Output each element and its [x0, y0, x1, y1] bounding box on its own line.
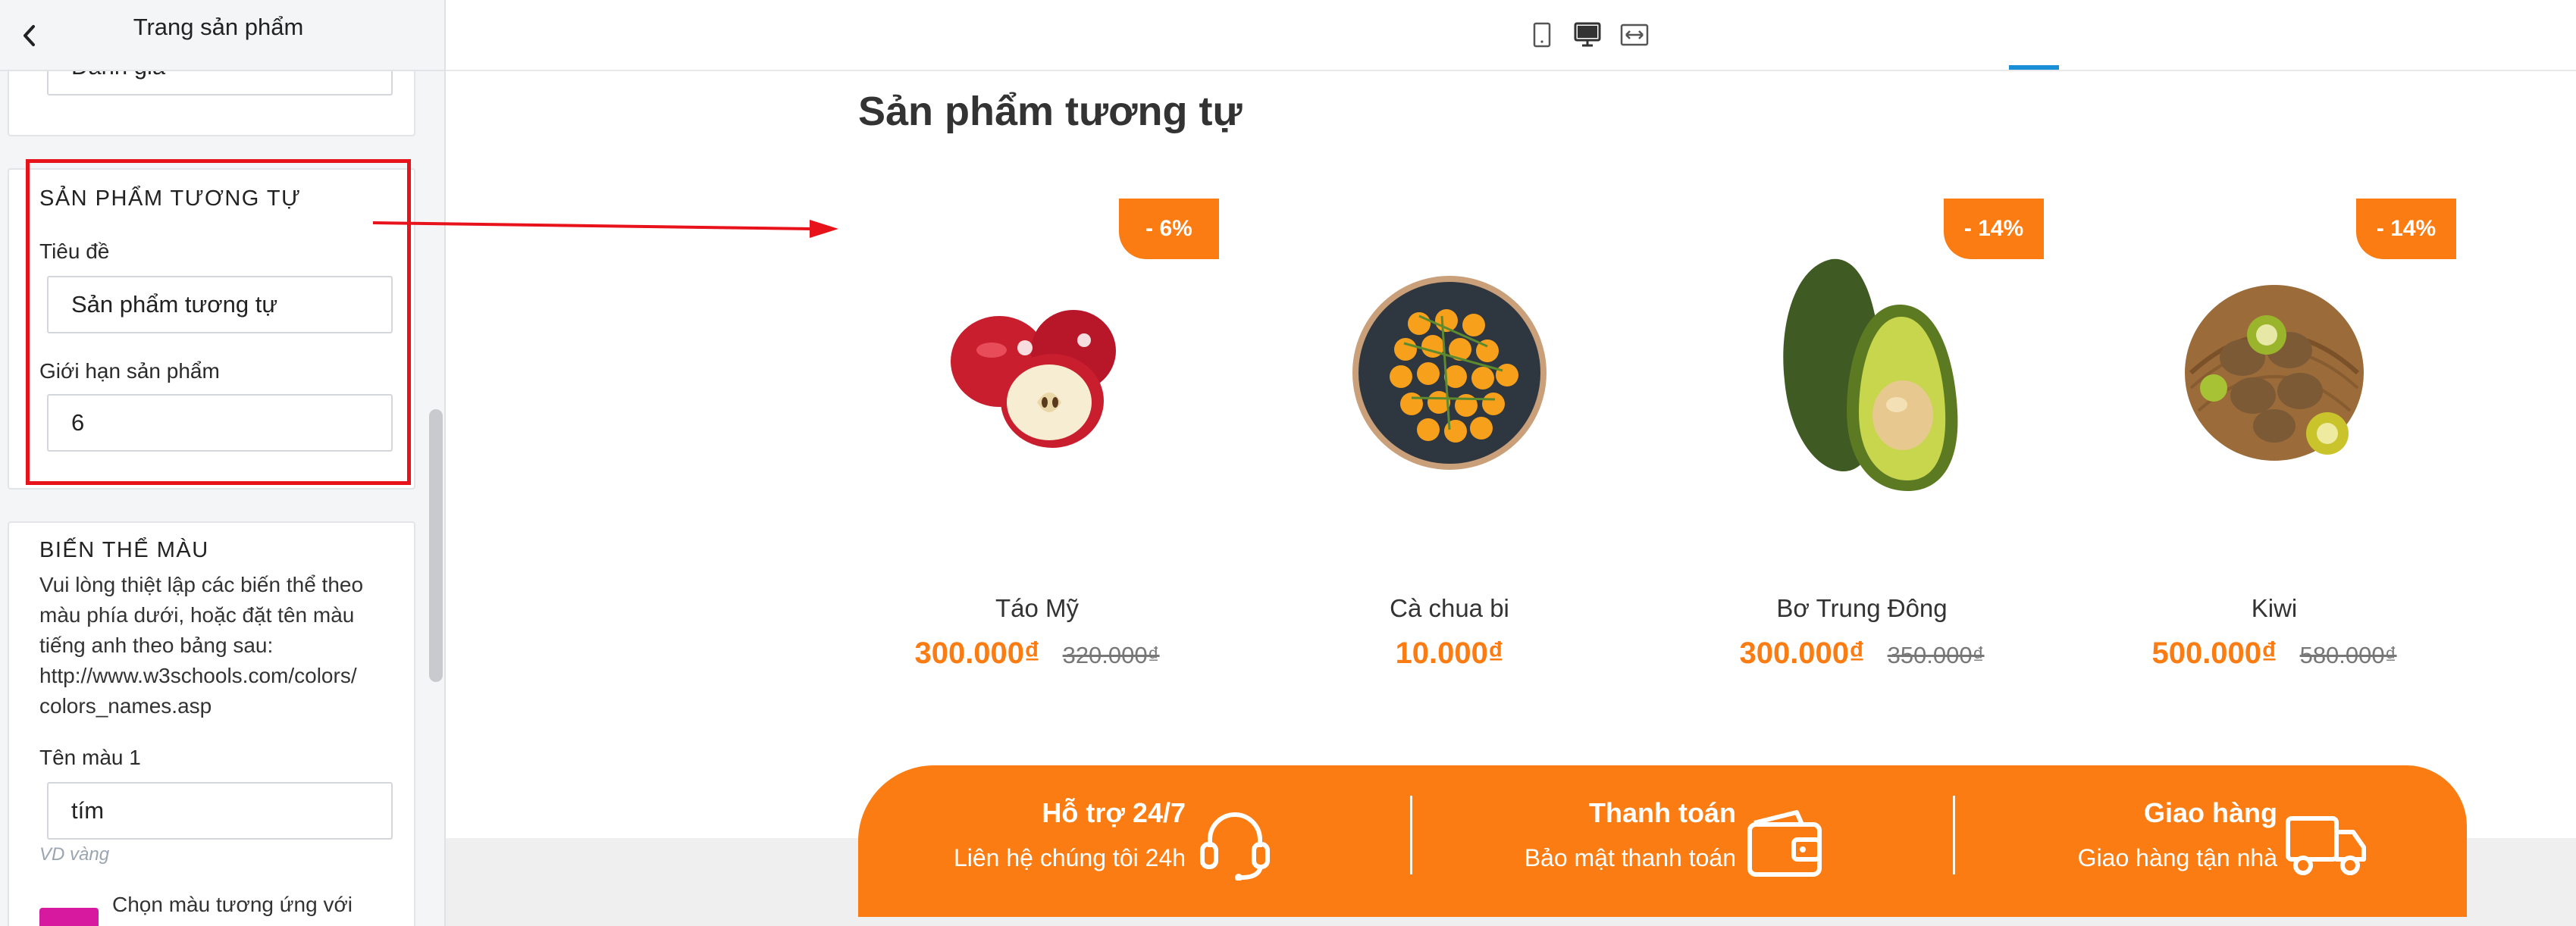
- mobile-view-button[interactable]: [1522, 15, 1562, 55]
- preview-canvas: Sản phẩm tương tự - 6% Táo Mỹ 300.000₫ 3…: [446, 73, 2576, 926]
- product-image[interactable]: [1298, 236, 1601, 509]
- product-old-price: 580.000₫: [2299, 642, 2397, 668]
- color-variant-description: Vui lòng thiệt lập các biến thể theo màu…: [39, 570, 403, 721]
- sidebar-header: Trang sản phẩm: [0, 0, 444, 71]
- sidebar-scrollbar[interactable]: [429, 409, 443, 682]
- fullwidth-view-button[interactable]: [1615, 15, 1654, 55]
- product-card[interactable]: Cà chua bi 10.000₫: [1268, 199, 1631, 691]
- product-card[interactable]: - 14% Kiwi 500.000₫ 580.000₫: [2092, 199, 2456, 691]
- service-title: Giao hàng: [2143, 797, 2277, 828]
- related-products-heading: Sản phẩm tương tự: [858, 89, 1243, 134]
- product-price: 500.000₫: [2151, 637, 2277, 670]
- product-card[interactable]: - 6% Táo Mỹ 300.000₫ 320.000₫: [855, 199, 1219, 691]
- product-name[interactable]: Kiwi: [2092, 594, 2456, 623]
- color1-input[interactable]: [47, 782, 393, 840]
- desktop-view-button[interactable]: [1568, 15, 1607, 55]
- product-prices: 300.000₫ 320.000₫: [855, 637, 1219, 671]
- product-old-price: 320.000₫: [1062, 642, 1160, 668]
- color-variant-card: BIẾN THỂ MÀU Vui lòng thiệt lập các biến…: [8, 521, 415, 926]
- product-prices: 500.000₫ 580.000₫: [2092, 637, 2456, 671]
- mobile-icon: [1533, 22, 1551, 48]
- swatch-label: Chọn màu tương ứng với: [112, 893, 353, 916]
- desktop-icon: [1574, 22, 1601, 47]
- description-line: màu phía dưới, hoặc đặt tên màu: [39, 603, 355, 627]
- product-name[interactable]: Bơ Trung Đông: [1680, 594, 2044, 623]
- product-name[interactable]: Cà chua bi: [1268, 594, 1631, 623]
- sidebar-title: Trang sản phẩm: [133, 14, 304, 40]
- highlight-box: [26, 159, 411, 485]
- apple-image: [951, 310, 1116, 448]
- color1-hint: VD vàng: [39, 844, 110, 865]
- product-image[interactable]: [2123, 236, 2426, 509]
- service-subtitle: Giao hàng tận nhà: [2077, 844, 2277, 871]
- color-variant-title: BIẾN THỂ MÀU: [39, 538, 209, 562]
- color-swatch[interactable]: [39, 908, 99, 926]
- product-price: 10.000₫: [1395, 637, 1504, 670]
- product-prices: 10.000₫: [1268, 637, 1631, 671]
- color1-label: Tên màu 1: [39, 746, 141, 769]
- product-price: 300.000₫: [1739, 637, 1865, 670]
- services-banner: Hỗ trợ 24/7 Liên hệ chúng tôi 24h Thanh …: [858, 765, 2467, 917]
- product-image[interactable]: [885, 236, 1189, 509]
- product-name[interactable]: Táo Mỹ: [855, 594, 1219, 623]
- service-delivery: Giao hàng Giao hàng tận nhà: [858, 765, 2368, 914]
- product-image[interactable]: [1710, 236, 2013, 509]
- active-device-indicator: [2009, 65, 2059, 70]
- description-line: colors_names.asp: [39, 694, 212, 718]
- device-toolbar: [446, 0, 2576, 71]
- description-line: Vui lòng thiệt lập các biến thể theo: [39, 573, 364, 596]
- settings-sidebar: Trang sản phẩm SẢN PHẨM TƯƠNG TỰ Tiêu đề…: [0, 0, 446, 926]
- avocado-image: [1783, 258, 1958, 491]
- product-prices: 300.000₫ 350.000₫: [1680, 637, 2044, 671]
- kiwi-image: [2185, 285, 2364, 461]
- fullwidth-icon: [1620, 23, 1649, 46]
- product-card[interactable]: - 14% Bơ Trung Đông 300.000₫ 350.000₫: [1680, 199, 2044, 691]
- product-old-price: 350.000₫: [1887, 642, 1985, 668]
- truck-icon: [2286, 816, 2366, 875]
- product-price: 300.000₫: [914, 637, 1040, 670]
- description-line: http://www.w3schools.com/colors/: [39, 664, 357, 687]
- description-line: tiếng anh theo bảng sau:: [39, 633, 274, 657]
- cherry-tomato-image: [1352, 276, 1547, 470]
